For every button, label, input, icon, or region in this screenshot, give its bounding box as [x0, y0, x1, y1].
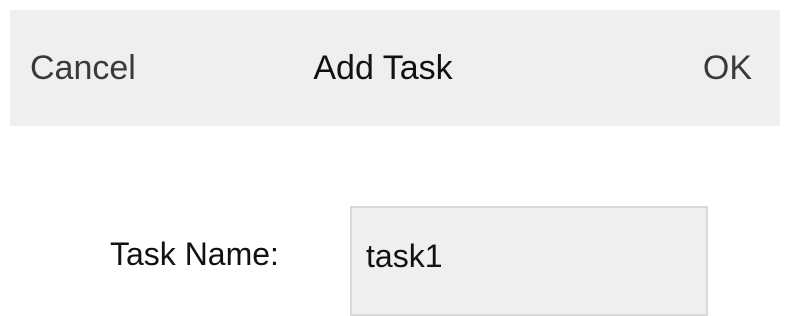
- cancel-button[interactable]: Cancel: [30, 10, 136, 126]
- task-name-input[interactable]: [366, 238, 686, 275]
- task-name-label: Task Name:: [110, 236, 279, 272]
- dialog-title-text: Add Task: [313, 49, 453, 87]
- dialog-header: Cancel Add Task OK: [10, 10, 780, 126]
- task-name-row: Task Name:: [0, 206, 790, 316]
- ok-button[interactable]: OK: [703, 10, 752, 126]
